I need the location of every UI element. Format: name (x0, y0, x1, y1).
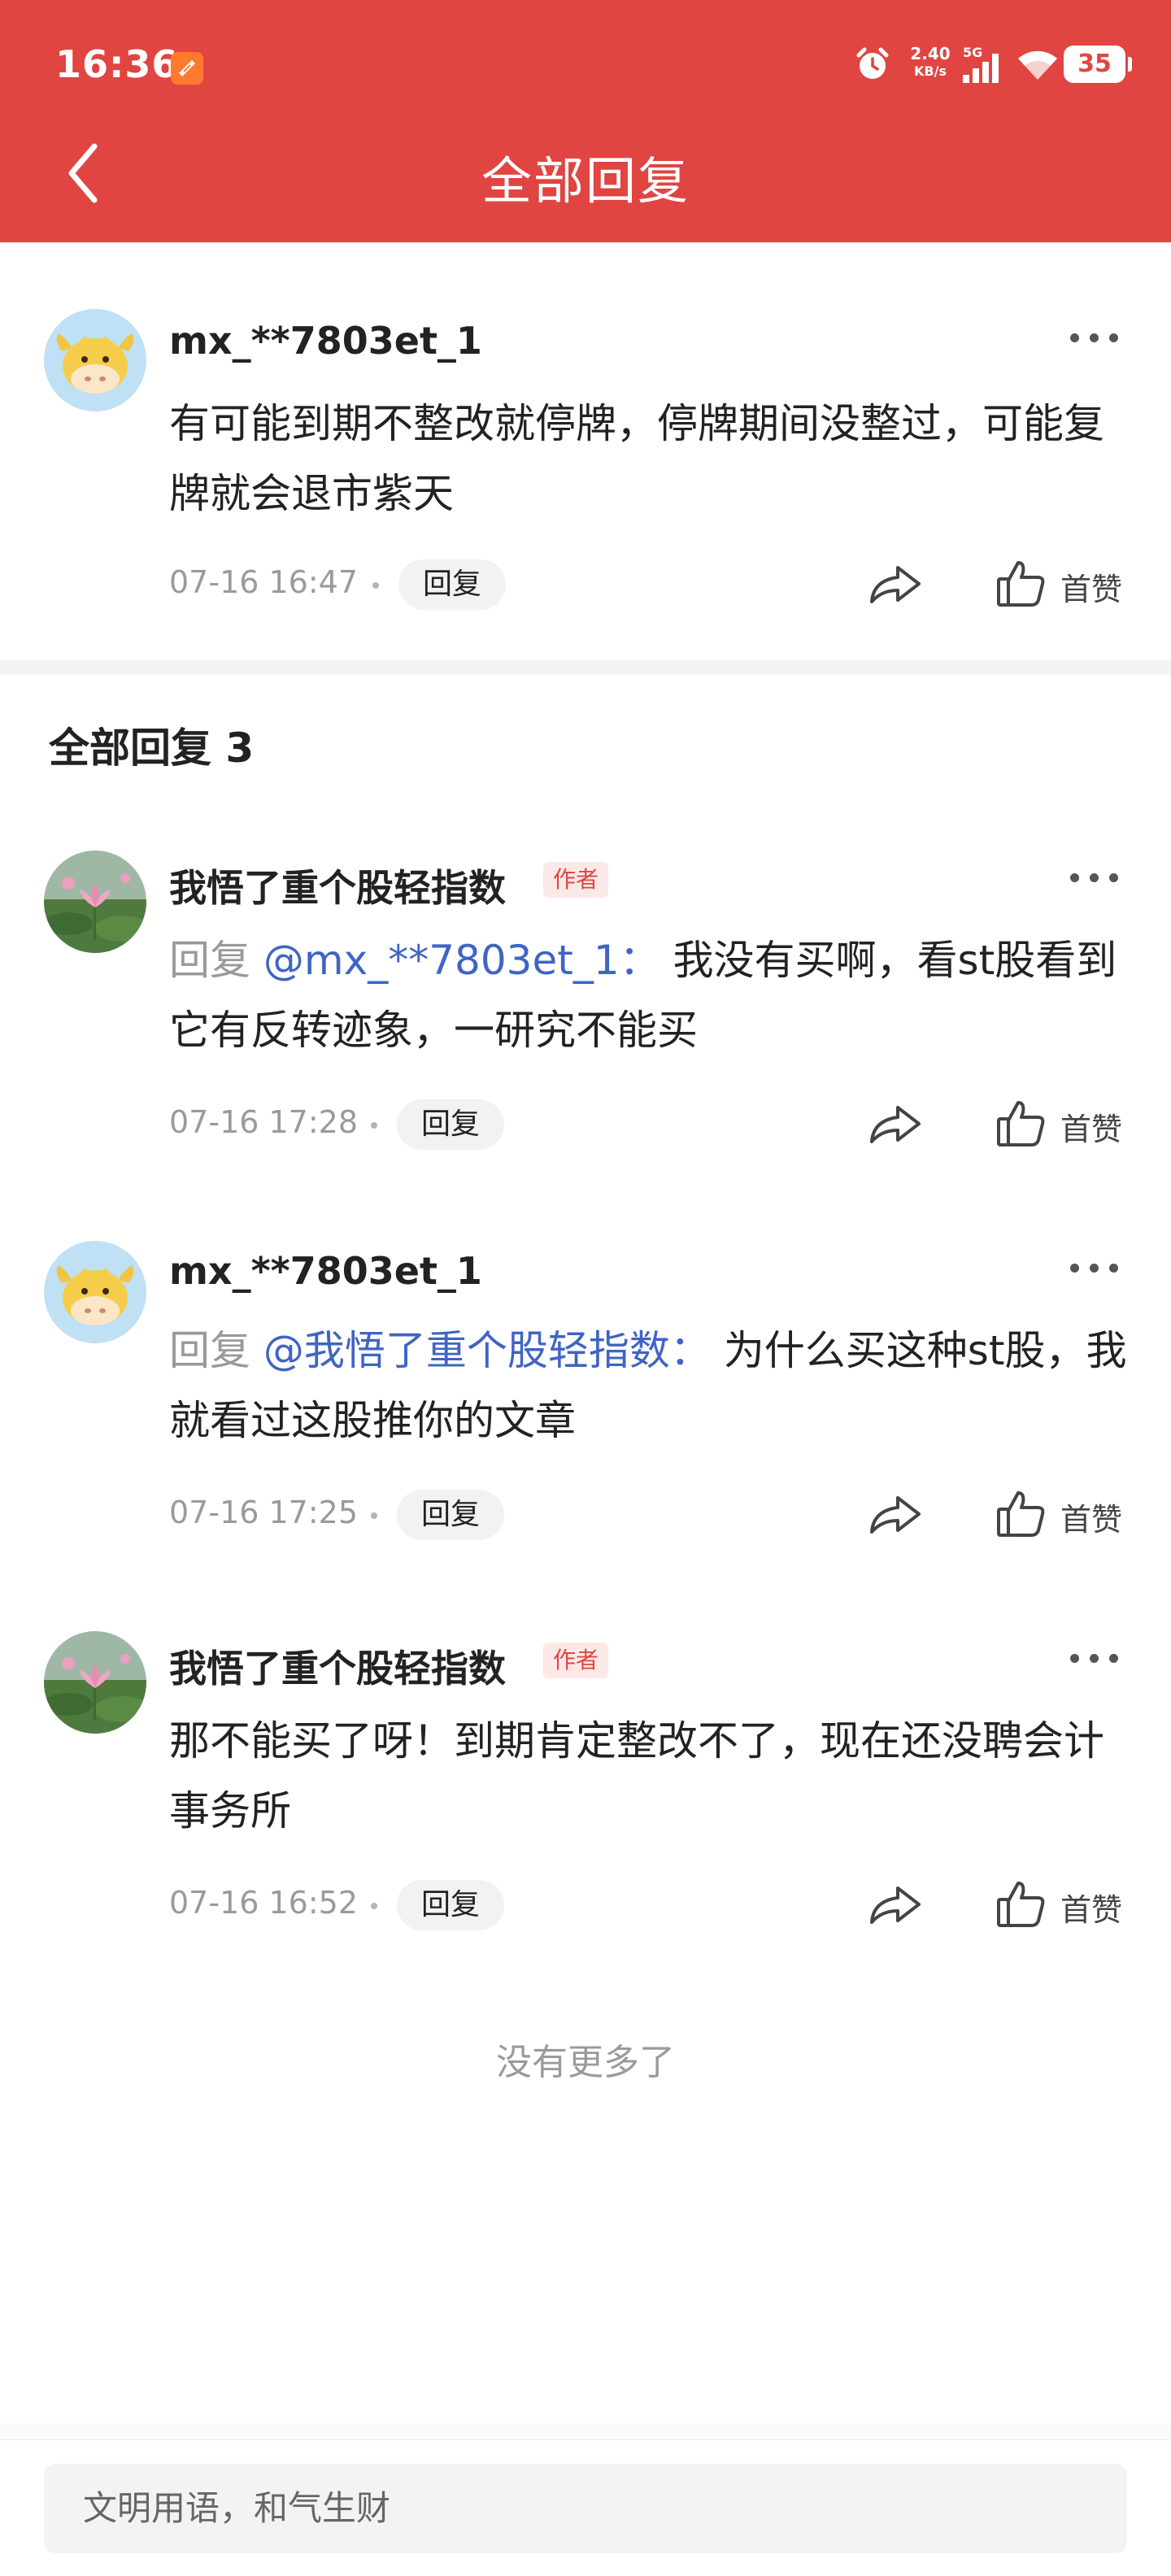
page-title: 全部回复 (481, 151, 690, 211)
share-icon[interactable] (865, 1486, 927, 1543)
lotus-flower-avatar-icon (44, 851, 146, 953)
reply-time: 07-16 17:25 (169, 1495, 359, 1530)
share-icon[interactable] (865, 1877, 927, 1934)
avatar[interactable] (44, 309, 146, 411)
main-comment: mx_**7803et_1 有可能到期不整改就停牌，停牌期间没整过，可能复牌就会… (0, 242, 1171, 660)
reply-time: 07-16 17:28 (169, 1104, 359, 1140)
lotus-flower-avatar-icon (44, 1631, 146, 1734)
author-badge: 作者 (543, 862, 609, 898)
more-options-button[interactable] (1070, 862, 1127, 894)
reply-prefix: 回复 (169, 937, 250, 984)
separator-dot (371, 1903, 377, 1909)
author-badge: 作者 (543, 1643, 609, 1678)
thumbs-up-icon (997, 561, 1045, 607)
more-options-button[interactable] (1070, 322, 1127, 355)
top-header: 16:36 2.40 KB/s 5G 35 全部回复 (0, 0, 1171, 242)
reply-button[interactable]: 回复 (398, 559, 507, 610)
wifi-icon (1018, 50, 1057, 80)
thumbs-up-icon (997, 1491, 1045, 1537)
comment-time: 07-16 16:47 (169, 564, 359, 600)
avatar[interactable] (44, 1631, 146, 1734)
reply-mention-link[interactable]: @mx_**7803et_1： (263, 937, 660, 984)
comment-username[interactable]: mx_**7803et_1 (169, 319, 482, 363)
like-button[interactable]: 首赞 (994, 556, 1132, 613)
separator-dot (371, 1512, 377, 1519)
network-type-label: 5G (963, 46, 982, 60)
comment-text: 有可能到期不整改就停牌，停牌期间没整过，可能复牌就会退市紫天 (169, 400, 1104, 517)
thumbs-up-icon (997, 1101, 1045, 1147)
reply-button[interactable]: 回复 (397, 1490, 505, 1540)
like-label: 首赞 (1060, 1892, 1123, 1928)
separator-dot (372, 582, 379, 589)
reply-button[interactable]: 回复 (397, 1880, 505, 1930)
separator-dot (371, 1122, 377, 1129)
reply-text-block: 回复 @我悟了重个股轻指数： 为什么买这种st股，我就看过这股推你的文章 (169, 1316, 1129, 1456)
status-time: 16:36 (55, 42, 179, 86)
avatar[interactable] (44, 1241, 146, 1343)
network-speed-value: 2.40 (910, 44, 951, 63)
reply-text: 那不能买了呀！到期肯定整改不了，现在还没聘会计事务所 (169, 1717, 1104, 1834)
reply-mention-link[interactable]: @我悟了重个股轻指数： (263, 1327, 711, 1374)
reply-username[interactable]: 我悟了重个股轻指数 (169, 859, 506, 912)
end-of-list-note: 没有更多了 (496, 2042, 675, 2083)
thumbs-up-icon (997, 1882, 1045, 1927)
like-label: 首赞 (1060, 1112, 1123, 1147)
reply-time: 07-16 16:52 (169, 1885, 359, 1921)
like-label: 首赞 (1060, 1502, 1123, 1538)
like-button[interactable]: 首赞 (994, 1096, 1132, 1153)
battery-indicator: 35 (1064, 46, 1132, 83)
like-label: 首赞 (1060, 572, 1123, 607)
like-button[interactable]: 首赞 (994, 1486, 1132, 1543)
reply-item: 我悟了重个股轻指数 作者 那不能买了呀！到期肯定整改不了，现在还没聘会计事务所 … (0, 1623, 1171, 1981)
network-speed: 2.40 KB/s (906, 44, 955, 80)
more-options-button[interactable] (1070, 1643, 1127, 1675)
share-icon[interactable] (865, 556, 927, 613)
alarm-icon (856, 47, 889, 79)
reply-prefix: 回复 (169, 1327, 250, 1374)
reply-username[interactable]: 我悟了重个股轻指数 (169, 1639, 506, 1693)
reply-item: 我悟了重个股轻指数 作者 回复 @mx_**7803et_1： 我没有买啊，看s… (0, 842, 1171, 1200)
cellular-signal-icon: 5G (963, 46, 999, 83)
avatar[interactable] (44, 851, 146, 953)
reply-text-block: 回复 @mx_**7803et_1： 我没有买啊，看st股看到它有反转迹象，一研… (169, 925, 1129, 1065)
section-divider (0, 660, 1171, 675)
reply-button[interactable]: 回复 (397, 1099, 505, 1150)
reply-username[interactable]: mx_**7803et_1 (169, 1249, 482, 1293)
like-button[interactable]: 首赞 (994, 1877, 1132, 1934)
app-notification-icon (171, 52, 203, 85)
cartoon-cow-avatar-icon (44, 309, 146, 411)
cartoon-cow-avatar-icon (44, 1241, 146, 1343)
network-speed-unit: KB/s (914, 63, 947, 79)
comment-input[interactable]: 文明用语，和气生财 (44, 2464, 1127, 2553)
replies-section-title: 全部回复 3 (49, 724, 255, 772)
reply-item: mx_**7803et_1 回复 @我悟了重个股轻指数： 为什么买这种st股，我… (0, 1233, 1171, 1590)
more-options-button[interactable] (1070, 1252, 1127, 1285)
share-icon[interactable] (865, 1096, 927, 1153)
